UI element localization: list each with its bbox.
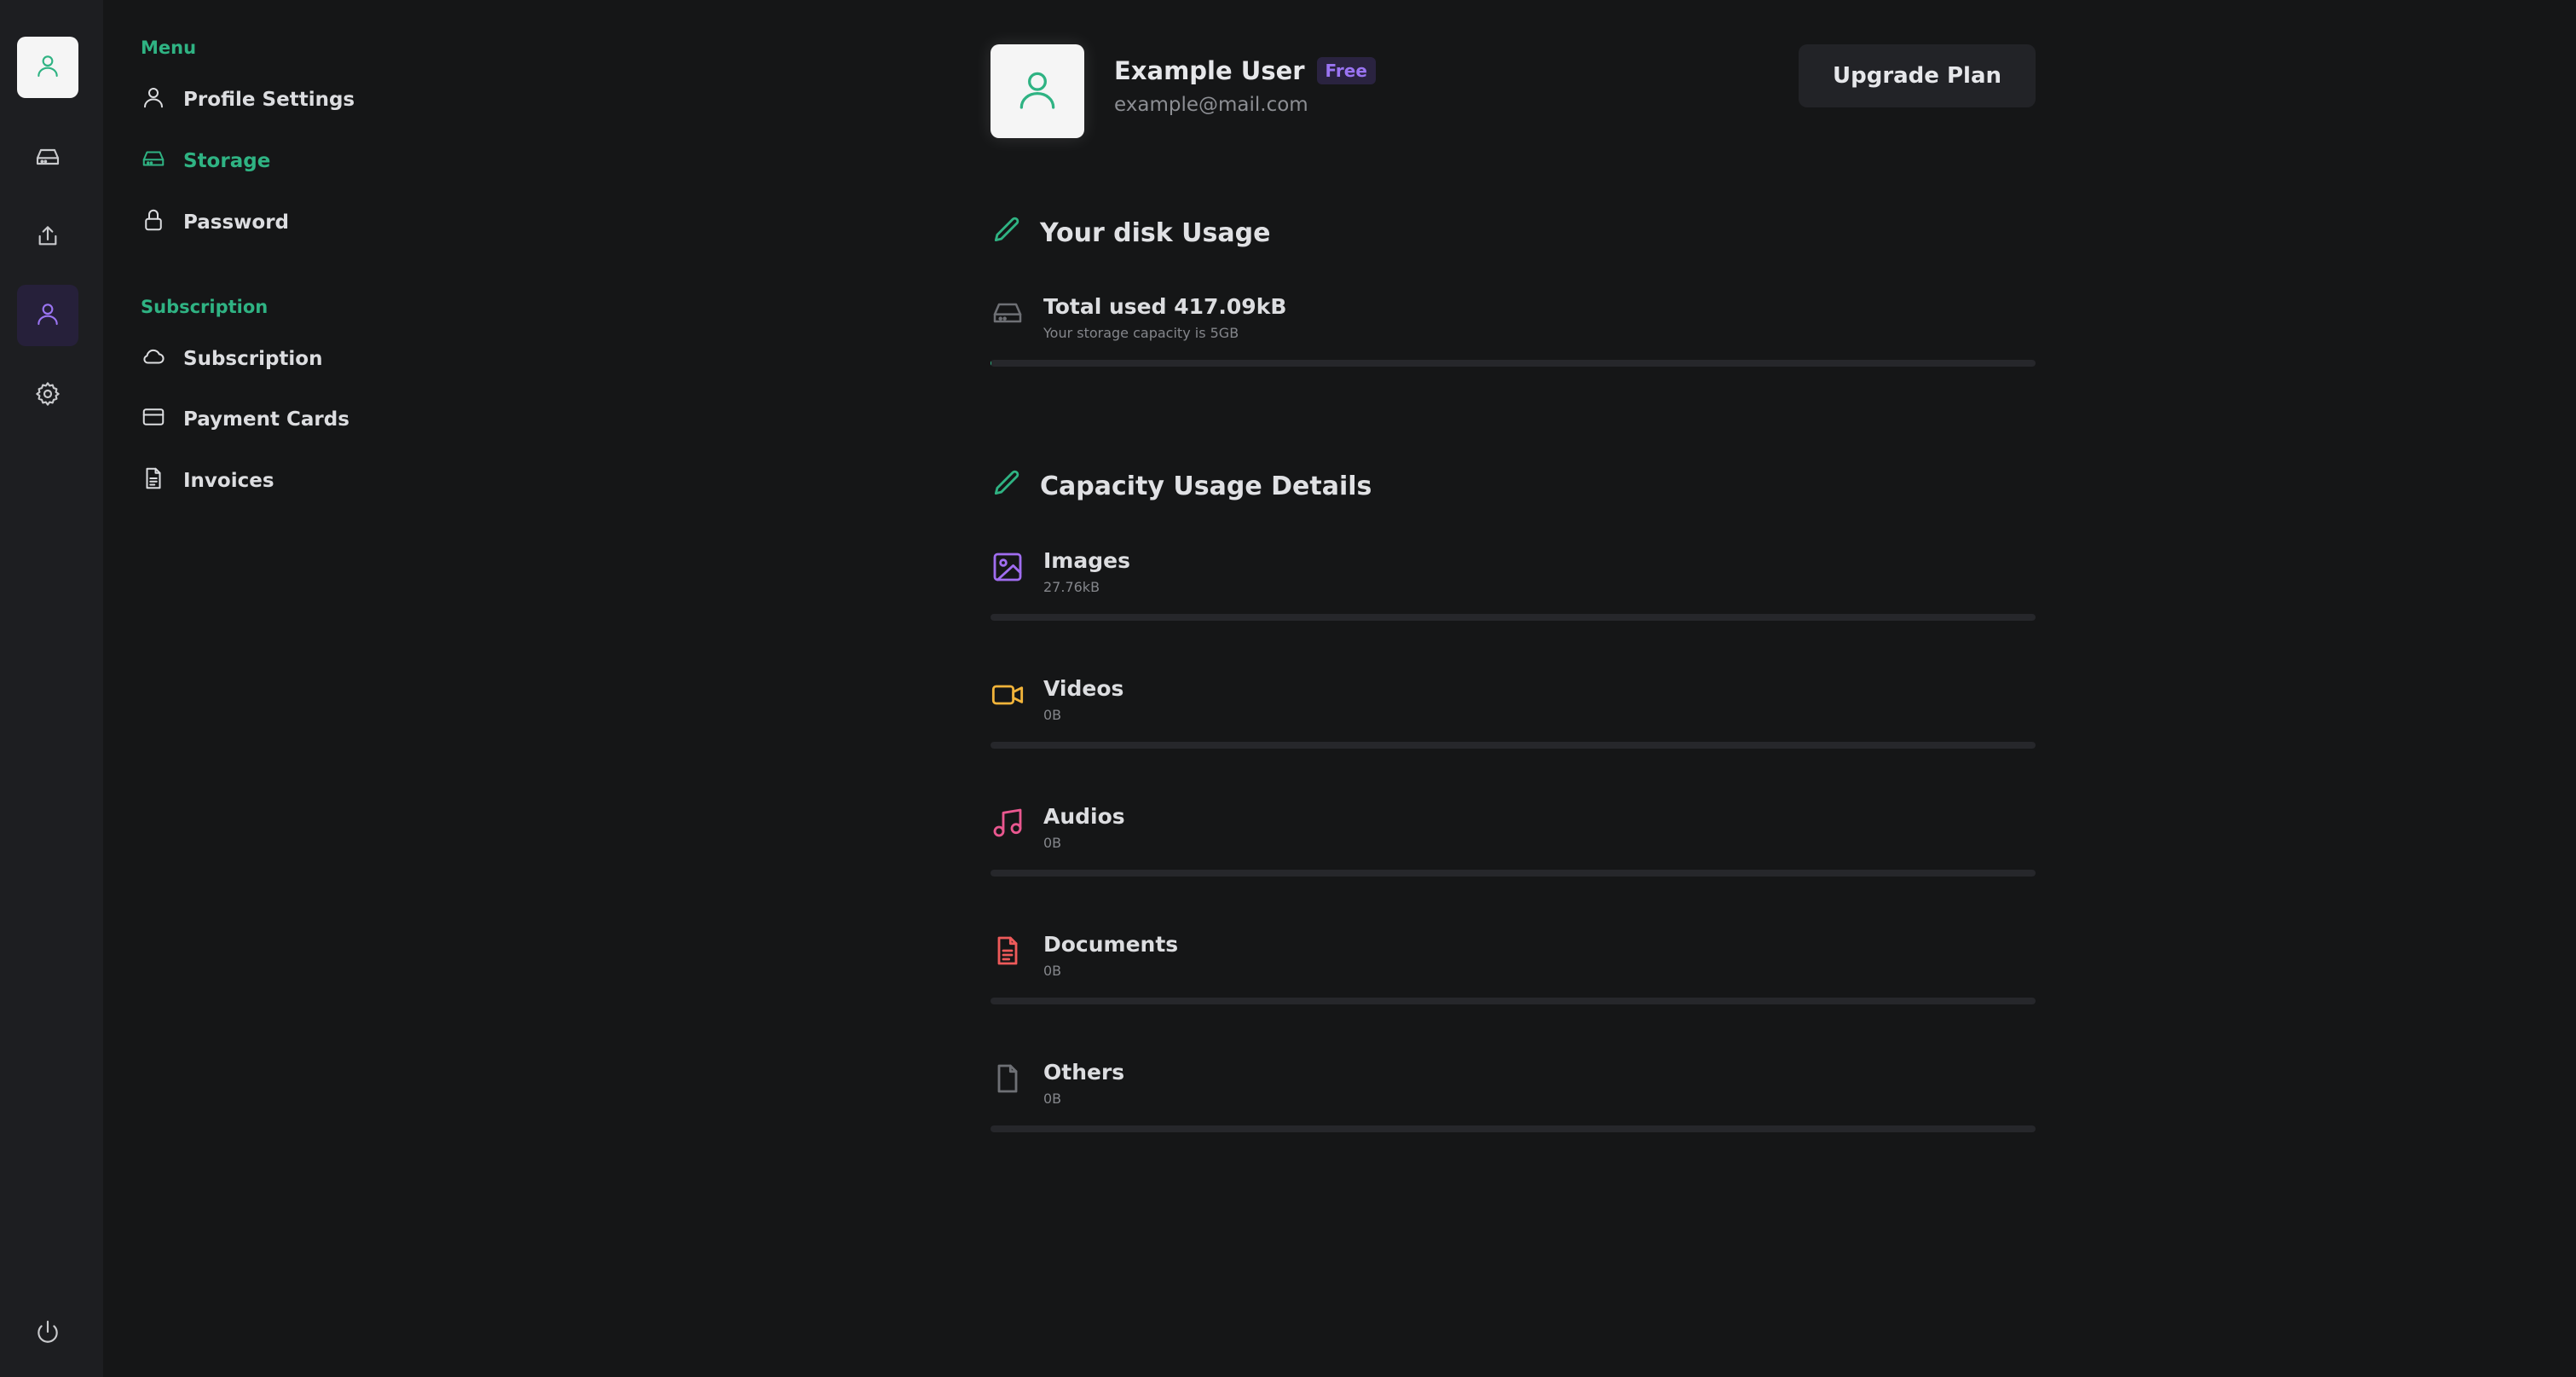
capacity-progress	[991, 742, 2036, 749]
user-icon	[141, 84, 166, 115]
user-name-row: Example User Free	[1114, 56, 1376, 85]
main-content: Example User Free example@mail.com Upgra…	[991, 0, 2036, 1377]
sidebar-item-invoices[interactable]: Invoices	[141, 460, 274, 502]
capacity-progress	[991, 870, 2036, 877]
user-icon	[34, 300, 61, 331]
capacity-progress	[991, 998, 2036, 1004]
sidebar-item-profile-settings[interactable]: Profile Settings	[141, 78, 355, 121]
disk-usage-progress	[991, 360, 2036, 367]
cloud-icon	[141, 344, 166, 374]
capacity-note: Your storage capacity is 5GB	[1043, 325, 1239, 341]
lock-icon	[141, 207, 166, 238]
capacity-row-label: Images	[1043, 548, 1130, 573]
capacity-row-audios: Audios 0B	[991, 804, 2036, 889]
hard-drive-icon	[141, 146, 166, 176]
capacity-row-size: 0B	[1043, 707, 1062, 723]
document-icon	[991, 934, 1025, 968]
icon-rail	[0, 0, 103, 1377]
document-icon	[141, 466, 166, 496]
sidebar-item-label: Payment Cards	[183, 408, 349, 431]
sidebar-item-label: Password	[183, 211, 289, 234]
hard-drive-icon	[34, 143, 61, 174]
capacity-row-size: 27.76kB	[1043, 579, 1100, 595]
disk-usage-title: Your disk Usage	[991, 213, 1270, 252]
rail-settings-button[interactable]	[17, 365, 78, 426]
capacity-progress	[991, 1125, 2036, 1132]
upload-icon	[34, 223, 61, 253]
sidebar-item-payment-cards[interactable]: Payment Cards	[141, 398, 349, 441]
capacity-row-size: 0B	[1043, 963, 1062, 979]
capacity-progress	[991, 614, 2036, 621]
hard-drive-icon	[991, 296, 1025, 330]
menu-group-label: Menu	[141, 38, 197, 58]
gear-icon	[34, 380, 61, 411]
capacity-row-others: Others 0B	[991, 1060, 2036, 1145]
rail-profile-button[interactable]	[17, 37, 78, 98]
pencil-icon	[991, 466, 1023, 506]
pencil-icon	[991, 213, 1023, 252]
rail-upload-button[interactable]	[17, 207, 78, 269]
subscription-group-label: Subscription	[141, 297, 269, 317]
power-icon	[34, 1318, 61, 1349]
user-email: example@mail.com	[1114, 94, 1308, 116]
total-used-label: Total used 417.09kB	[1043, 294, 1287, 319]
user-icon	[1014, 66, 1061, 117]
rail-account-button[interactable]	[17, 285, 78, 346]
sidebar-item-label: Profile Settings	[183, 89, 355, 111]
image-icon	[991, 550, 1025, 584]
capacity-row-label: Videos	[1043, 676, 1124, 701]
capacity-row-images: Images 27.76kB	[991, 548, 2036, 634]
file-icon	[991, 1062, 1025, 1096]
user-name: Example User	[1114, 56, 1305, 85]
capacity-row-documents: Documents 0B	[991, 932, 2036, 1017]
logout-button[interactable]	[17, 1303, 78, 1364]
avatar[interactable]	[991, 44, 1084, 138]
plan-badge: Free	[1316, 57, 1376, 84]
capacity-row-label: Others	[1043, 1060, 1125, 1085]
sidebar-item-label: Storage	[183, 150, 271, 172]
video-icon	[991, 678, 1025, 712]
capacity-row-videos: Videos 0B	[991, 676, 2036, 761]
capacity-row-size: 0B	[1043, 1091, 1062, 1107]
section-title-text: Your disk Usage	[1040, 217, 1271, 248]
sidebar: Menu Profile Settings Storage Password S…	[103, 0, 495, 1377]
capacity-row-label: Documents	[1043, 932, 1179, 957]
capacity-row-label: Audios	[1043, 804, 1125, 829]
rail-storage-button[interactable]	[17, 128, 78, 189]
capacity-details-title: Capacity Usage Details	[991, 466, 1372, 506]
sidebar-item-label: Invoices	[183, 470, 274, 492]
sidebar-item-password[interactable]: Password	[141, 201, 289, 244]
capacity-row-size: 0B	[1043, 835, 1062, 851]
user-icon	[34, 52, 61, 83]
sidebar-item-storage[interactable]: Storage	[141, 140, 270, 182]
music-icon	[991, 806, 1025, 840]
sidebar-item-subscription[interactable]: Subscription	[141, 338, 322, 380]
credit-card-icon	[141, 404, 166, 435]
upgrade-plan-button[interactable]: Upgrade Plan	[1799, 44, 2036, 107]
total-usage-row: Total used 417.09kB Your storage capacit…	[991, 294, 2036, 379]
sidebar-item-label: Subscription	[183, 348, 323, 370]
section-title-text: Capacity Usage Details	[1040, 471, 1372, 501]
